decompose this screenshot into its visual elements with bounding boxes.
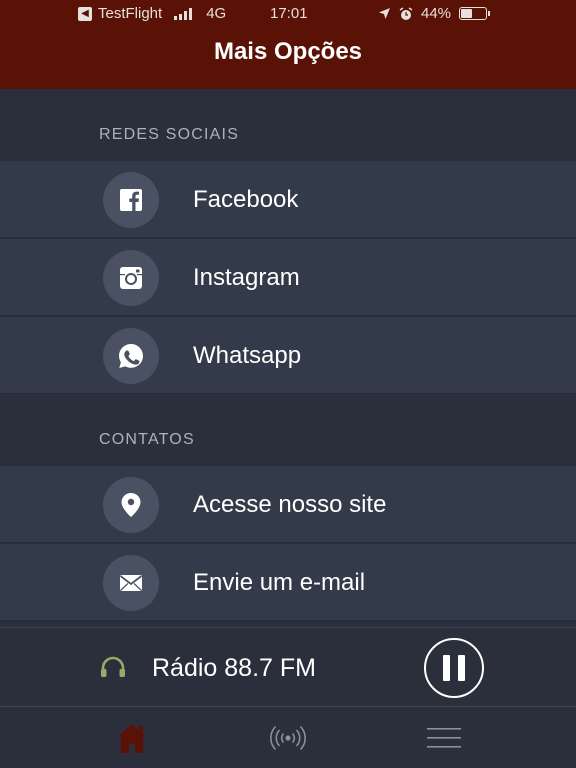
- facebook-icon-circle: [103, 172, 159, 228]
- whatsapp-icon: [119, 344, 143, 368]
- instagram-icon-circle: [103, 250, 159, 306]
- radio-broadcast-icon: [270, 725, 306, 751]
- location-pin-icon-circle: [103, 477, 159, 533]
- pause-icon: [443, 655, 450, 681]
- location-arrow-icon: [379, 8, 390, 19]
- section-title: CONTATOS: [99, 431, 195, 448]
- facebook-label: Facebook: [193, 186, 299, 213]
- status-bar: ◀ TestFlight 4G 17:01 44%: [0, 0, 576, 28]
- page-title: Mais Opções: [213, 38, 363, 65]
- mail-icon-circle: [103, 555, 159, 611]
- facebook-row[interactable]: Facebook: [0, 161, 576, 238]
- network-label: 4G: [206, 5, 227, 22]
- instagram-row[interactable]: Instagram: [0, 239, 576, 316]
- website-row[interactable]: Acesse nosso site: [0, 466, 576, 543]
- battery-icon: [459, 7, 491, 20]
- mail-icon: [119, 575, 143, 591]
- email-label: Envie um e-mail: [193, 569, 366, 596]
- home-icon: [117, 724, 147, 753]
- tab-bar: [0, 708, 576, 768]
- pause-button[interactable]: [424, 638, 484, 698]
- clock: 17:01: [270, 5, 308, 22]
- section-title: REDES SOCIAIS: [99, 126, 240, 143]
- section-header-contatos: CONTATOS: [0, 395, 576, 466]
- instagram-label: Instagram: [193, 264, 300, 291]
- whatsapp-label: Whatsapp: [193, 342, 302, 369]
- signal-icon: [174, 7, 193, 20]
- player-bar: Rádio 88.7 FM: [0, 627, 576, 707]
- location-pin-icon: [121, 493, 141, 517]
- tab-radio[interactable]: [248, 708, 328, 768]
- website-label: Acesse nosso site: [193, 491, 387, 518]
- section-header-redes-sociais: REDES SOCIAIS: [0, 89, 576, 161]
- whatsapp-row[interactable]: Whatsapp: [0, 317, 576, 394]
- whatsapp-icon-circle: [103, 328, 159, 384]
- tab-home[interactable]: [92, 708, 172, 768]
- menu-icon: [427, 728, 461, 748]
- facebook-icon: [120, 189, 142, 211]
- tab-menu[interactable]: [404, 708, 484, 768]
- back-to-app-icon[interactable]: ◀: [78, 6, 92, 21]
- email-row[interactable]: Envie um e-mail: [0, 544, 576, 621]
- station-name: Rádio 88.7 FM: [152, 654, 316, 682]
- instagram-icon: [120, 267, 142, 289]
- carrier-label[interactable]: TestFlight: [98, 5, 162, 22]
- header: ◀ TestFlight 4G 17:01 44% Mais Opções: [0, 0, 576, 89]
- status-right: 44%: [378, 5, 491, 22]
- headphones-icon: [101, 656, 125, 677]
- status-left: ◀ TestFlight 4G: [78, 5, 226, 22]
- alarm-icon: [399, 6, 413, 20]
- battery-percent: 44%: [421, 5, 452, 22]
